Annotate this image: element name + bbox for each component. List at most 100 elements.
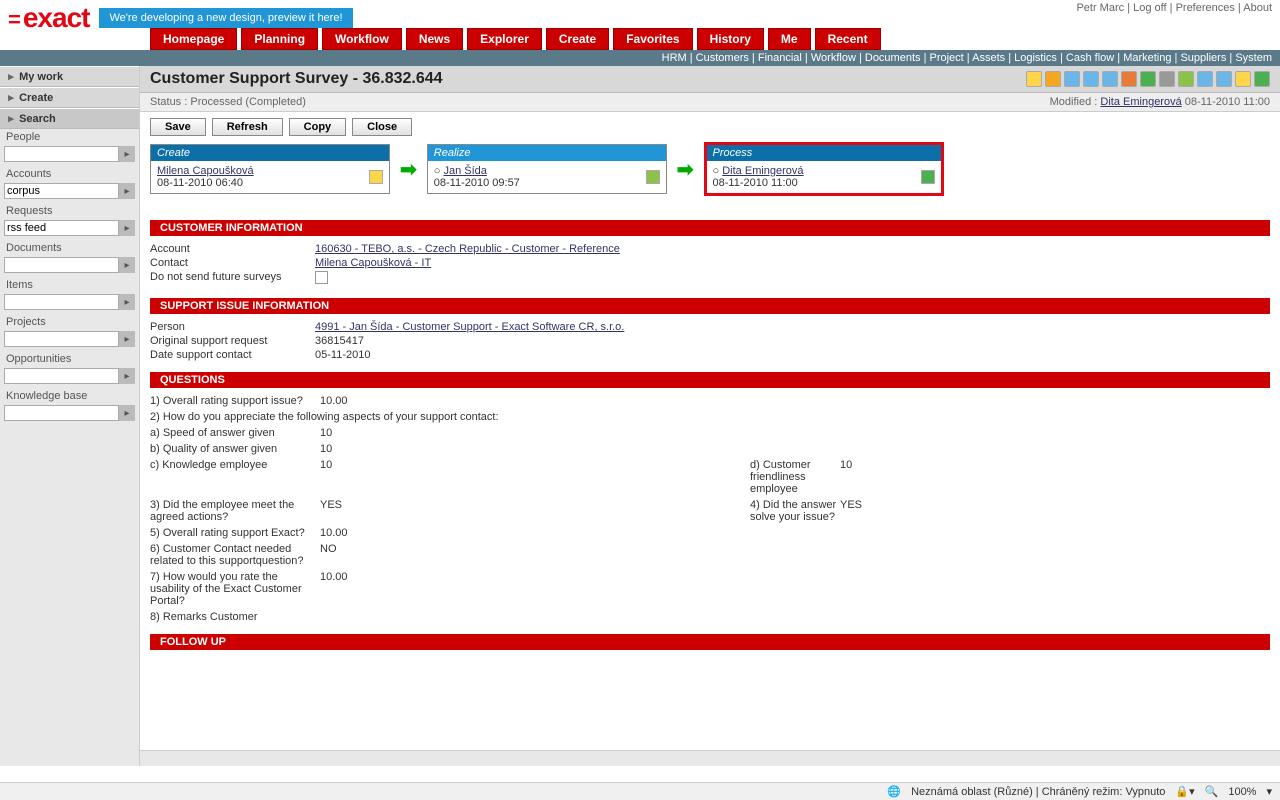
mail-check-icon[interactable]: [921, 170, 935, 184]
q3-label: 3) Did the employee meet the agreed acti…: [150, 498, 320, 524]
opportunities-go-icon[interactable]: ▸: [119, 368, 135, 384]
side-create[interactable]: ▸ Create: [0, 87, 139, 108]
modified-user-link[interactable]: Dita Emingerová: [1100, 96, 1181, 108]
qd-value: 10: [840, 458, 920, 496]
q5-value: 10.00: [320, 526, 400, 540]
help-icon[interactable]: [1254, 71, 1270, 87]
note-icon[interactable]: [1121, 71, 1137, 87]
wf-create-date: 08-11-2010 06:40: [157, 177, 243, 189]
print-icon[interactable]: [1216, 71, 1232, 87]
nav-news[interactable]: News: [406, 28, 463, 50]
nav-workflow[interactable]: Workflow: [322, 28, 402, 50]
account-link[interactable]: 160630 - TEBO, a.s. - Czech Republic - C…: [315, 243, 620, 255]
bulb-icon[interactable]: [1026, 71, 1042, 87]
zoom-value[interactable]: 100%: [1228, 786, 1256, 798]
projects-input[interactable]: [4, 331, 119, 347]
qd-label: d) Customer friendliness employee: [750, 458, 840, 496]
accounts-input[interactable]: [4, 183, 119, 199]
q7-value: 10.00: [320, 570, 400, 608]
side-requests-label: Requests: [0, 203, 139, 219]
flag-icon[interactable]: [646, 170, 660, 184]
documents-go-icon[interactable]: ▸: [119, 257, 135, 273]
items-go-icon[interactable]: ▸: [119, 294, 135, 310]
modified-date: 08-11-2010 11:00: [1185, 96, 1270, 108]
knowledge-go-icon[interactable]: ▸: [119, 405, 135, 421]
nav-me[interactable]: Me: [768, 28, 811, 50]
zoom-icon[interactable]: 🔍: [1205, 785, 1219, 798]
side-mywork[interactable]: ▸ My work: [0, 66, 139, 87]
preview-banner[interactable]: We're developing a new design, preview i…: [99, 8, 352, 28]
document-new-icon[interactable]: [369, 170, 383, 184]
logo[interactable]: =exact: [8, 2, 89, 34]
arrow-right-icon: ➡: [677, 157, 694, 182]
status-value: Processed (Completed): [190, 96, 306, 108]
copy-icon[interactable]: [1102, 71, 1118, 87]
refresh-button[interactable]: Refresh: [212, 118, 283, 136]
nav-recent[interactable]: Recent: [815, 28, 881, 50]
subnav-customers[interactable]: Customers: [696, 52, 749, 64]
wf-process-box[interactable]: Process ○ Dita Emingerová08-11-2010 11:0…: [704, 142, 944, 196]
subnav-project[interactable]: Project: [930, 52, 964, 64]
security-icon[interactable]: 🔒▾: [1175, 785, 1194, 798]
calendar-icon[interactable]: [1083, 71, 1099, 87]
subnav-financial[interactable]: Financial: [758, 52, 802, 64]
wf-realize-user[interactable]: Jan Šída: [443, 165, 486, 177]
subnav-marketing[interactable]: Marketing: [1123, 52, 1171, 64]
knowledge-input[interactable]: [4, 405, 119, 421]
subnav-hrm[interactable]: HRM: [662, 52, 687, 64]
nav-create[interactable]: Create: [546, 28, 609, 50]
user-link[interactable]: Petr Marc: [1076, 2, 1124, 14]
close-button[interactable]: Close: [352, 118, 412, 136]
contact-link[interactable]: Milena Capoušková - IT: [315, 257, 431, 269]
subnav-logistics[interactable]: Logistics: [1014, 52, 1057, 64]
nav-planning[interactable]: Planning: [241, 28, 318, 50]
items-input[interactable]: [4, 294, 119, 310]
logoff-link[interactable]: Log off: [1133, 2, 1166, 14]
about-link[interactable]: About: [1243, 2, 1272, 14]
wf-realize-box[interactable]: Realize ○ Jan Šída08-11-2010 09:57: [427, 144, 667, 194]
globe-icon[interactable]: 🌐: [887, 785, 901, 798]
chart-icon[interactable]: [1178, 71, 1194, 87]
side-people-label: People: [0, 129, 139, 145]
people-go-icon[interactable]: ▸: [119, 146, 135, 162]
copy-button[interactable]: Copy: [289, 118, 347, 136]
side-search[interactable]: ▸ Search: [0, 108, 139, 129]
nav-explorer[interactable]: Explorer: [467, 28, 542, 50]
wf-process-user[interactable]: Dita Emingerová: [722, 165, 803, 177]
subnav-cashflow[interactable]: Cash flow: [1066, 52, 1114, 64]
opportunities-input[interactable]: [4, 368, 119, 384]
subnav-system[interactable]: System: [1235, 52, 1272, 64]
subnav-suppliers[interactable]: Suppliers: [1180, 52, 1226, 64]
person-link[interactable]: 4991 - Jan Šída - Customer Support - Exa…: [315, 321, 624, 333]
subnav-assets[interactable]: Assets: [972, 52, 1005, 64]
subnav-documents[interactable]: Documents: [865, 52, 921, 64]
people-input[interactable]: [4, 146, 119, 162]
wf-create-user[interactable]: Milena Capoušková: [157, 165, 254, 177]
q1-label: 1) Overall rating support issue?: [150, 394, 320, 408]
requests-input[interactable]: [4, 220, 119, 236]
horizontal-scrollbar[interactable]: [140, 750, 1280, 766]
add-icon[interactable]: [1197, 71, 1213, 87]
trash-icon[interactable]: [1159, 71, 1175, 87]
page-icon[interactable]: [1064, 71, 1080, 87]
wf-create-box[interactable]: Create Milena Capoušková08-11-2010 06:40: [150, 144, 390, 194]
documents-input[interactable]: [4, 257, 119, 273]
accounts-go-icon[interactable]: ▸: [119, 183, 135, 199]
prefs-link[interactable]: Preferences: [1176, 2, 1235, 14]
star-icon[interactable]: [1235, 71, 1251, 87]
q2-label: 2) How do you appreciate the following a…: [150, 410, 920, 424]
save-button[interactable]: Save: [150, 118, 206, 136]
nosurvey-checkbox[interactable]: [315, 271, 328, 284]
subnav-workflow[interactable]: Workflow: [811, 52, 856, 64]
info-icon[interactable]: [1140, 71, 1156, 87]
nav-favorites[interactable]: Favorites: [613, 28, 692, 50]
requests-go-icon[interactable]: ▸: [119, 220, 135, 236]
qb-label: b) Quality of answer given: [150, 442, 320, 456]
lock-icon[interactable]: [1045, 71, 1061, 87]
q6-value: NO: [320, 542, 400, 568]
nav-homepage[interactable]: Homepage: [150, 28, 237, 50]
person-label: Person: [150, 321, 315, 333]
projects-go-icon[interactable]: ▸: [119, 331, 135, 347]
side-documents-label: Documents: [0, 240, 139, 256]
nav-history[interactable]: History: [697, 28, 764, 50]
